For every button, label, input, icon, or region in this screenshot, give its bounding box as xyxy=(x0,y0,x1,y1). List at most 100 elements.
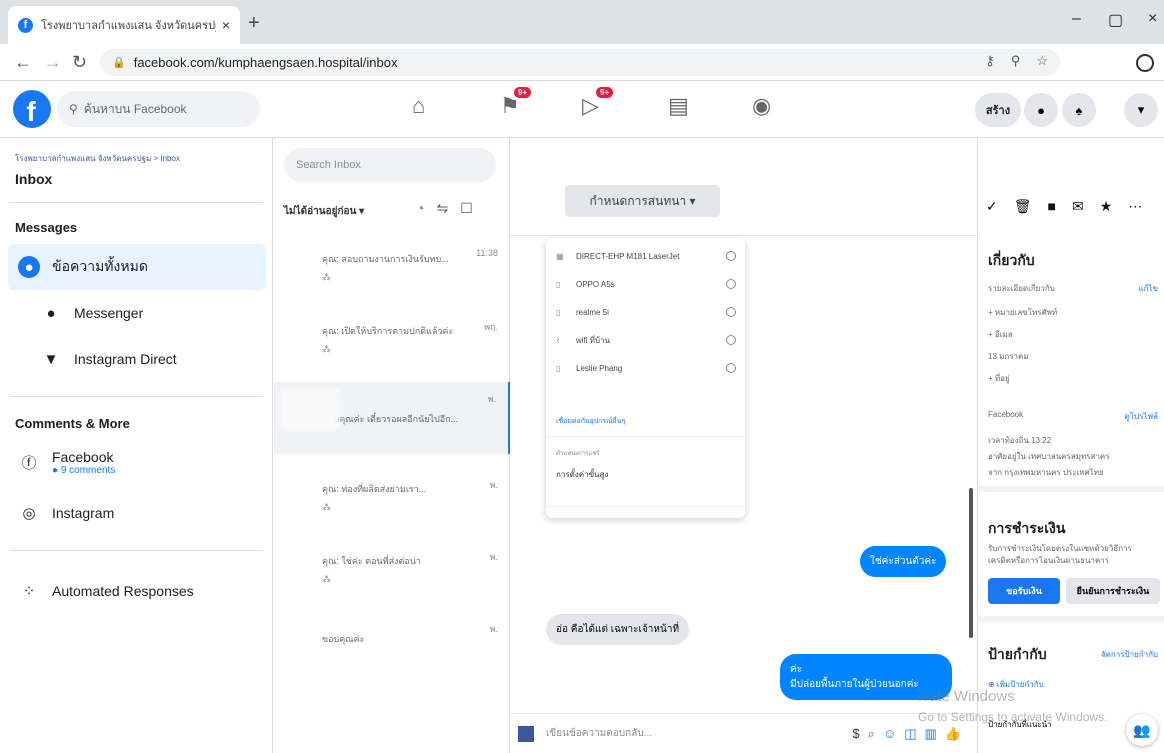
facebook-search-input[interactable]: ⚲ ค้นหาบน Facebook xyxy=(57,91,260,127)
chat-area: กำหนดการสนทนา ▾ ▦ DIRECT-EHP M181 LaserJ… xyxy=(510,138,977,753)
zoom-icon[interactable]: ⚲ xyxy=(1011,53,1021,69)
list-item-selected[interactable]: พ. ขอบคุณค่ะ เดี๋ยวรอผลอีกนัยไปอีก... xyxy=(274,382,510,454)
list-item[interactable]: พฤ. คุณ: เปิดให้บริการตามปกติแล้วค่ะ ⁂ xyxy=(274,310,510,382)
unread-filter-icon[interactable]: ◔ xyxy=(416,200,424,217)
url-field[interactable]: 🔒 facebook.com/kumphaengsaen.hospital/in… xyxy=(100,49,1060,76)
more-icon[interactable]: ⋯ xyxy=(1128,198,1142,215)
about-row[interactable]: + หมายเลขโทรศัพท์ xyxy=(988,306,1160,319)
marketplace-icon[interactable]: ▤ xyxy=(668,93,689,119)
attachment-icon[interactable]: ⌕ xyxy=(868,726,875,742)
confirm-payment-button[interactable]: ยืนยันการชำระเงิน xyxy=(1066,578,1160,604)
dollar-icon[interactable]: $ xyxy=(852,726,859,742)
address-bar: ← → ↻ 🔒 facebook.com/kumphaengsaen.hospi… xyxy=(0,44,1164,81)
device-icon: ▯ xyxy=(556,307,561,317)
connect-devices-link[interactable]: เชื่อมต่อกับอุปกรณ์อื่นๆ xyxy=(556,416,625,427)
radio-button[interactable] xyxy=(726,335,736,345)
messages-header: Messages xyxy=(15,220,78,235)
windows-activation-watermark: ivate Windows Go to Settings to activate… xyxy=(918,687,1107,727)
conversation-time: 11:38 xyxy=(476,248,498,258)
key-icon[interactable]: ⚷ xyxy=(985,53,995,69)
profile-icon[interactable] xyxy=(1136,54,1154,72)
edit-about-link[interactable]: แก้ไข xyxy=(1139,282,1159,295)
thumbs-up-icon[interactable]: 👍 xyxy=(945,726,961,742)
menu-item[interactable]: ▯ Leslie Phang xyxy=(556,358,736,378)
pages-flag-icon[interactable]: ⚑ 9+ xyxy=(500,87,532,119)
notifications-icon[interactable]: ♠ xyxy=(1062,93,1096,127)
comments-count: ● 9 comments xyxy=(52,464,116,476)
messenger-icon[interactable]: ● xyxy=(1024,93,1058,127)
scrollbar[interactable] xyxy=(969,488,973,638)
breadcrumb[interactable]: โรงพยาบาลกำแพงแสน จังหวัดนครปฐม > Inbox xyxy=(15,152,265,165)
sidebar-item-instagram[interactable]: ◎ Instagram xyxy=(8,490,266,536)
account-menu-icon[interactable]: ▾ xyxy=(1124,93,1158,127)
radio-button[interactable] xyxy=(726,251,736,261)
facebook-logo-icon[interactable]: f xyxy=(13,90,51,128)
maximize-button[interactable]: ▢ xyxy=(1108,10,1123,30)
mail-icon[interactable]: ✉ xyxy=(1072,198,1084,215)
printer-icon: ▦ xyxy=(556,251,564,261)
star-icon[interactable]: ★ xyxy=(1100,198,1113,215)
advanced-settings-item[interactable]: การตั้งค่าขั้นสูง xyxy=(556,468,608,481)
sidebar-item-facebook[interactable]: ⓕ Facebook ● 9 comments xyxy=(8,439,266,485)
check-icon[interactable]: ✓ xyxy=(986,198,998,215)
conversation-list: Search Inbox ไม่ได้อ่านอยู่ก่อน ▾ ◔ ⇋ ☐ … xyxy=(274,138,510,753)
radio-button[interactable] xyxy=(726,307,736,317)
watch-icon[interactable]: ▷ 9+ xyxy=(582,87,614,119)
forward-icon[interactable]: → xyxy=(44,52,62,73)
spam-icon[interactable]: ■ xyxy=(1048,198,1056,215)
sidebar-item-automated-responses[interactable]: ⁘ Automated Responses xyxy=(8,568,266,614)
chat-contacts-icon[interactable]: 👥 xyxy=(1126,714,1158,746)
comments-header: Comments & More xyxy=(15,416,130,431)
lives-in: อาศัยอยู่ใน เทศบาลนครสมุทรสาคร xyxy=(988,452,1110,461)
trash-icon[interactable]: 🗑 xyxy=(1014,198,1032,215)
home-icon[interactable]: ⌂ xyxy=(412,93,425,119)
radio-button[interactable] xyxy=(726,279,736,289)
menu-item-label: wifi ที่บ้าน xyxy=(576,335,611,345)
device-icon: ▯ xyxy=(556,279,561,289)
list-item[interactable]: พ. คุณ: ท่องที่ผลิตส่งยามเรา... ⁂ xyxy=(274,468,510,540)
filter-dropdown[interactable]: ไม่ได้อ่านอยู่ก่อน ▾ xyxy=(284,204,364,219)
minimize-button[interactable]: – xyxy=(1072,10,1081,28)
about-row[interactable]: + ที่อยู่ xyxy=(988,372,1160,385)
message-input[interactable]: เขียนข้อความตอบกลับ... $ ⌕ ☺ ◫ ▥ 👍 xyxy=(510,713,977,753)
sticker-icon[interactable]: ◫ xyxy=(904,726,916,742)
menu-item[interactable]: ⌇ wifi ที่บ้าน xyxy=(556,330,736,350)
view-profile-link[interactable]: ดูโปรไฟล์ xyxy=(1125,410,1158,423)
menu-item[interactable]: ▦ DIRECT-EHP M181 LaserJet xyxy=(556,246,736,266)
sidebar-item-all-messages[interactable]: ● ข้อความทั้งหมด xyxy=(8,244,266,290)
radio-button[interactable] xyxy=(726,363,736,373)
list-item[interactable]: พ. คุณ: ใช่ค่ะ ตอนที่ส่งต่อน่า ⁂ xyxy=(274,540,510,612)
sort-icon[interactable]: ⇋ xyxy=(436,200,448,217)
close-window-button[interactable]: × xyxy=(1148,10,1157,28)
automation-icon: ⁘ xyxy=(22,583,36,600)
star-icon[interactable]: ☆ xyxy=(1036,53,1048,69)
request-payment-button[interactable]: ขอรับเงิน xyxy=(988,578,1060,604)
back-icon[interactable]: ← xyxy=(14,52,32,73)
list-item[interactable]: พ. ขอบคุณค่ะ xyxy=(274,612,510,684)
menu-item[interactable]: ▯ realme 5i xyxy=(556,302,736,322)
search-icon: ⚲ xyxy=(69,102,78,116)
gif-icon[interactable]: ▥ xyxy=(925,726,937,742)
manage-labels-link[interactable]: จัดการป้ายกำกับ xyxy=(1101,648,1158,661)
divider xyxy=(10,202,263,203)
select-checkbox-icon[interactable]: ☐ xyxy=(460,200,473,217)
sidebar-item-instagram-direct[interactable]: ▼ Instagram Direct xyxy=(8,336,266,382)
groups-icon[interactable]: ◉ xyxy=(752,93,771,119)
divider xyxy=(978,486,1164,492)
chat-toolbar: กำหนดการสนทนา ▾ xyxy=(510,138,977,236)
browser-tab[interactable]: f โรงพยาบาลกำแพงแสน จังหวัดนครปฐ × xyxy=(8,6,240,44)
create-button[interactable]: สร้าง xyxy=(975,93,1021,127)
emoji-icon[interactable]: ☺ xyxy=(883,726,896,742)
list-item[interactable]: 11:38 คุณ: สอบถามงานการเงินรับทบ... ⁂ xyxy=(274,238,510,310)
sidebar-item-label: Instagram Direct xyxy=(74,351,177,367)
inbox-search-input[interactable]: Search Inbox xyxy=(284,148,496,182)
reload-icon[interactable]: ↻ xyxy=(72,52,87,73)
new-tab-button[interactable]: + xyxy=(248,12,260,35)
watermark-line: ivate Windows xyxy=(918,688,1015,705)
about-row[interactable]: + อีเมล xyxy=(988,328,1160,341)
menu-item[interactable]: ▯ OPPO A5s xyxy=(556,274,736,294)
instagram-direct-icon: ▼ xyxy=(43,350,59,368)
tab-close-icon[interactable]: × xyxy=(222,17,230,33)
conversation-dropdown[interactable]: กำหนดการสนทนา ▾ xyxy=(565,185,720,217)
sidebar-item-messenger[interactable]: ● Messenger xyxy=(8,290,266,336)
